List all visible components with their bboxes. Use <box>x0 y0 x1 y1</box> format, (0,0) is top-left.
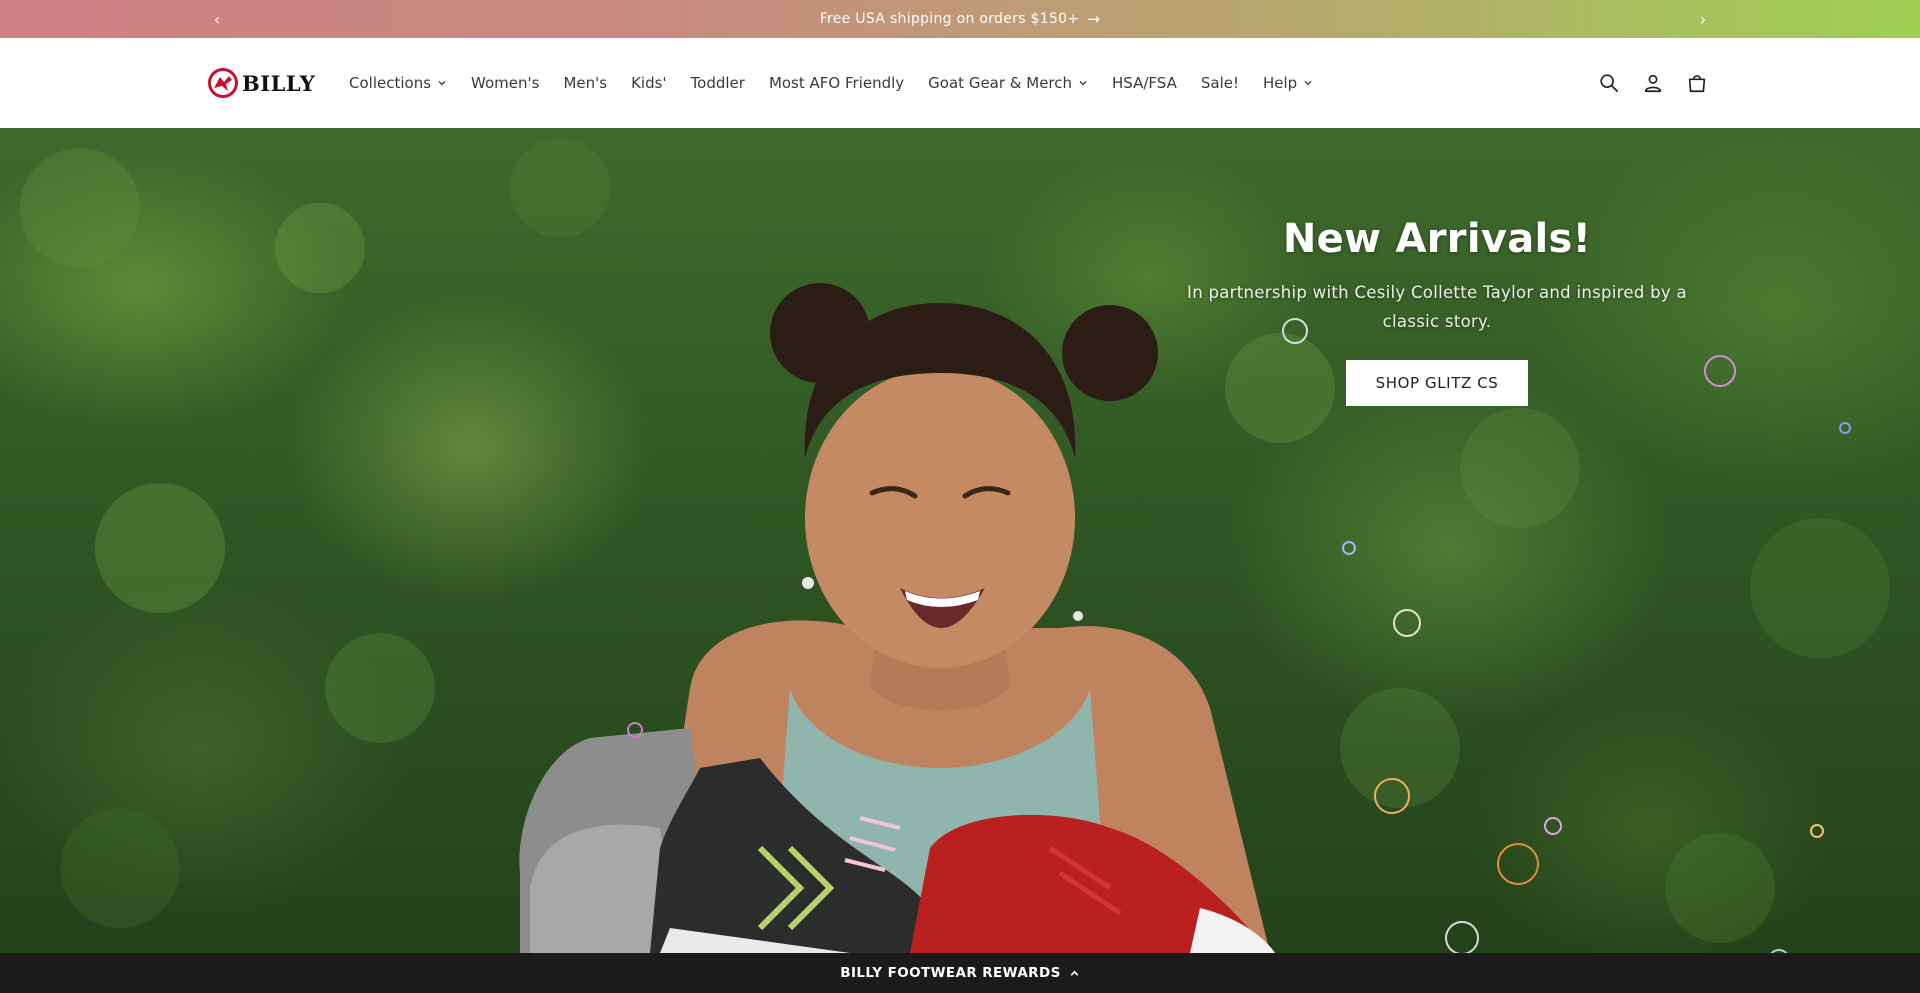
main-nav: Collections Women's Men's Kids' Toddler … <box>337 38 1325 128</box>
site-header: BILLY Collections Women's Men's Kids' To… <box>0 38 1920 128</box>
announcement-next-button[interactable]: › <box>1684 0 1722 38</box>
rewards-label: BILLY FOOTWEAR REWARDS <box>840 965 1061 981</box>
nav-item-label: Most AFO Friendly <box>768 74 905 92</box>
cart-button[interactable] <box>1682 68 1712 98</box>
nav-item-label: Women's <box>471 74 540 92</box>
search-button[interactable] <box>1594 68 1624 98</box>
nav-item-label: Collections <box>349 74 432 92</box>
nav-item-kids[interactable]: Kids' <box>619 74 678 92</box>
chevron-down-icon <box>438 81 446 86</box>
nav-item-womens[interactable]: Women's <box>459 74 551 92</box>
chevron-up-icon <box>1070 970 1079 976</box>
shop-glitz-cs-button[interactable]: SHOP GLITZ CS <box>1345 360 1529 406</box>
nav-item-sale[interactable]: Sale! <box>1189 74 1251 92</box>
chevron-down-icon <box>1079 81 1087 86</box>
hero-subtitle: In partnership with Cesily Collette Tayl… <box>1187 283 1687 331</box>
announcement-message[interactable]: Free USA shipping on orders $150+ → <box>820 10 1101 28</box>
header-icons <box>1594 38 1712 128</box>
announcement-prev-button[interactable]: ‹ <box>198 0 236 38</box>
nav-item-label: Sale! <box>1200 74 1239 92</box>
nav-item-help[interactable]: Help <box>1251 74 1325 92</box>
cart-icon <box>1688 75 1706 93</box>
hero-content: New Arrivals! In partnership with Cesily… <box>1160 216 1714 406</box>
nav-item-label: Men's <box>563 74 608 92</box>
arrow-right-icon: → <box>1087 10 1101 28</box>
nav-item-toddler[interactable]: Toddler <box>679 74 757 92</box>
chevron-left-icon: ‹ <box>213 9 221 29</box>
nav-item-hsa-fsa[interactable]: HSA/FSA <box>1100 74 1189 92</box>
account-icon <box>1644 74 1662 93</box>
nav-item-label: Toddler <box>690 74 745 92</box>
chevron-down-icon <box>1304 81 1312 86</box>
rewards-toggle[interactable]: BILLY FOOTWEAR REWARDS <box>840 965 1079 981</box>
chevron-right-icon: › <box>1699 9 1707 29</box>
rewards-bar[interactable]: BILLY FOOTWEAR REWARDS <box>0 953 1920 993</box>
nav-item-collections[interactable]: Collections <box>337 74 459 92</box>
brand-logo[interactable]: BILLY <box>208 68 315 98</box>
nav-item-most-afo-friendly[interactable]: Most AFO Friendly <box>757 74 916 92</box>
hero-banner: New Arrivals! In partnership with Cesily… <box>0 128 1920 953</box>
search-icon <box>1600 74 1619 93</box>
hero-title: New Arrivals! <box>1282 216 1592 262</box>
nav-item-label: HSA/FSA <box>1112 74 1177 92</box>
nav-item-label: Kids' <box>631 74 667 92</box>
nav-item-goat-gear-merch[interactable]: Goat Gear & Merch <box>916 74 1100 92</box>
billy-logo-icon <box>208 68 238 98</box>
brand-name: BILLY <box>242 70 316 96</box>
nav-item-label: Help <box>1262 74 1298 92</box>
account-button[interactable] <box>1638 68 1668 98</box>
nav-item-mens[interactable]: Men's <box>551 74 619 92</box>
announcement-bar: ‹ Free USA shipping on orders $150+ → › <box>0 0 1920 38</box>
announcement-text: Free USA shipping on orders $150+ <box>819 11 1080 27</box>
nav-item-label: Goat Gear & Merch <box>928 74 1073 92</box>
